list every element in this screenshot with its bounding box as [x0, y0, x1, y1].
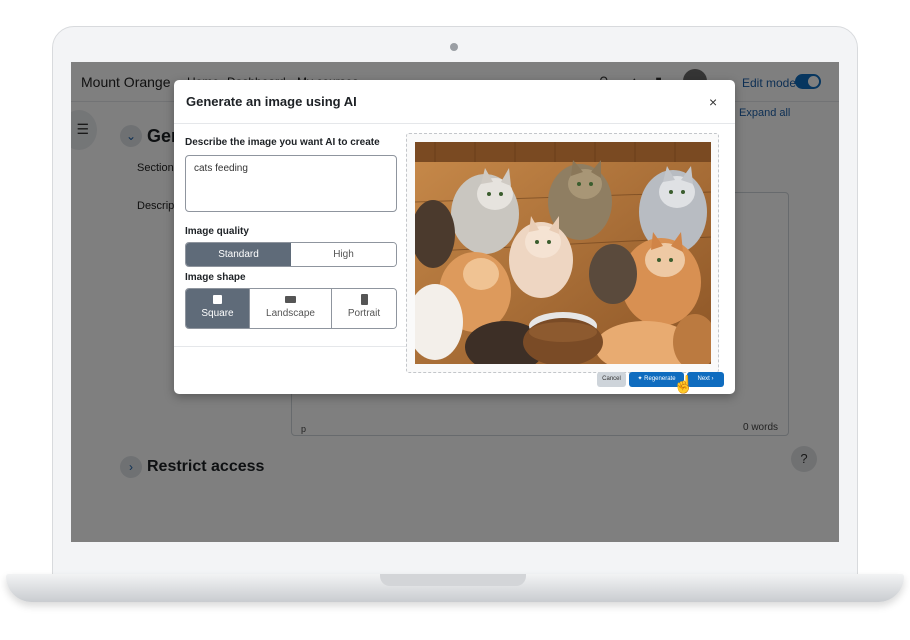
shape-square-option[interactable]: Square	[186, 289, 250, 328]
shape-toggle-group: Square Landscape Portrait	[185, 288, 397, 329]
quality-label: Image quality	[185, 226, 249, 237]
ai-image-modal: Generate an image using AI × Describe th…	[174, 80, 735, 394]
shape-landscape-label: Landscape	[266, 308, 315, 319]
quality-high-option[interactable]: High	[291, 243, 396, 266]
shape-square-label: Square	[201, 308, 234, 319]
portrait-shape-icon	[360, 294, 368, 305]
cats-image-illustration	[415, 142, 711, 364]
square-shape-icon	[213, 295, 222, 304]
chevron-right-icon: ›	[709, 376, 714, 382]
shape-label: Image shape	[185, 272, 246, 283]
shape-portrait-label: Portrait	[347, 308, 381, 319]
regenerate-label: Regenerate	[644, 376, 676, 382]
hand-cursor-icon: ☝	[673, 375, 695, 394]
shape-portrait-option[interactable]: Portrait	[332, 289, 396, 328]
close-icon[interactable]: ×	[709, 94, 717, 110]
divider	[174, 346, 406, 347]
cancel-button[interactable]: Cancel	[597, 372, 626, 387]
quality-standard-option[interactable]: Standard	[186, 243, 291, 266]
next-label: Next	[697, 376, 710, 382]
prompt-label: Describe the image you want AI to create	[185, 137, 380, 148]
landscape-shape-icon	[285, 296, 296, 303]
modal-title: Generate an image using AI	[186, 94, 357, 109]
laptop-notch	[380, 574, 526, 586]
shape-landscape-option[interactable]: Landscape	[250, 289, 332, 328]
webcam-icon	[450, 43, 458, 51]
modal-header: Generate an image using AI ×	[174, 80, 735, 124]
prompt-input[interactable]: cats feeding	[185, 155, 397, 212]
quality-toggle-group: Standard High	[185, 242, 397, 267]
generated-image	[415, 142, 711, 364]
